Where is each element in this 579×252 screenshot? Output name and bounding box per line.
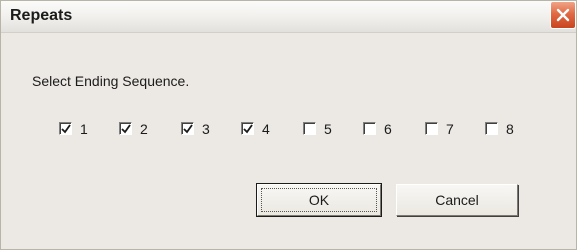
checkbox-box[interactable] bbox=[181, 122, 194, 135]
checkbox-box[interactable] bbox=[119, 122, 132, 135]
checkbox-label: 6 bbox=[384, 121, 392, 137]
title-bar[interactable]: Repeats bbox=[1, 1, 576, 33]
prompt-text: Select Ending Sequence. bbox=[32, 73, 190, 89]
cancel-button[interactable]: Cancel bbox=[396, 184, 518, 216]
checkbox-label: 4 bbox=[262, 121, 270, 137]
checkbox-box[interactable] bbox=[363, 122, 376, 135]
close-icon bbox=[556, 8, 570, 22]
checkbox-label: 5 bbox=[324, 121, 332, 137]
checkbox-box[interactable] bbox=[59, 122, 72, 135]
checkbox-label: 8 bbox=[506, 121, 514, 137]
checkmark-icon bbox=[243, 124, 253, 134]
dialog-title: Repeats bbox=[10, 7, 73, 24]
checkbox-box[interactable] bbox=[241, 122, 254, 135]
checkmark-icon bbox=[121, 124, 131, 134]
ok-button[interactable]: OK bbox=[256, 183, 382, 217]
checkbox-box[interactable] bbox=[425, 122, 438, 135]
checkbox-label: 1 bbox=[80, 121, 88, 137]
checkbox-box[interactable] bbox=[485, 122, 498, 135]
repeats-dialog: Repeats Select Ending Sequence. 1 2 3 4 … bbox=[0, 0, 577, 250]
close-button[interactable] bbox=[550, 1, 576, 29]
checkbox-label: 7 bbox=[446, 121, 454, 137]
checkmark-icon bbox=[183, 124, 193, 134]
checkmark-icon bbox=[61, 124, 71, 134]
focus-rectangle bbox=[261, 188, 377, 212]
checkbox-label: 3 bbox=[202, 121, 210, 137]
checkbox-label: 2 bbox=[140, 121, 148, 137]
checkbox-box[interactable] bbox=[303, 122, 316, 135]
